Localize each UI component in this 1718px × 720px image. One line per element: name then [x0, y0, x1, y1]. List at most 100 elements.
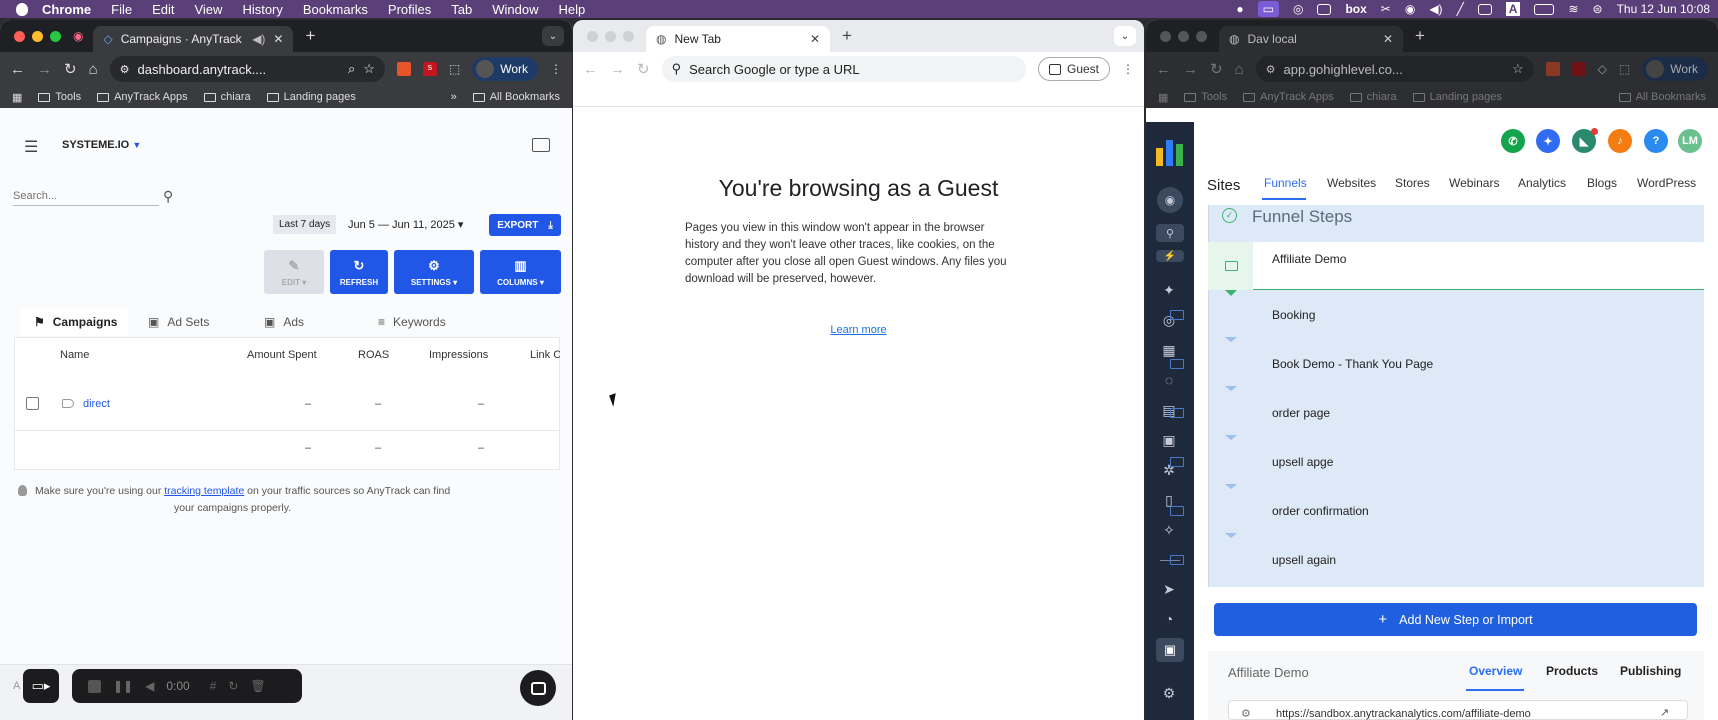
extension-icon[interactable]	[1571, 62, 1586, 76]
profile-button[interactable]: Work	[472, 57, 538, 81]
menu-window[interactable]: Window	[492, 2, 538, 17]
tab-search-button[interactable]: ⌄	[542, 26, 564, 46]
restart-icon[interactable]: ↻	[228, 679, 238, 693]
learn-more-link[interactable]: Learn more	[573, 324, 1144, 336]
nav-websites[interactable]: Websites	[1327, 176, 1376, 190]
edit-button[interactable]: ✎ EDIT ▾	[264, 250, 324, 294]
chat-widget-button[interactable]	[520, 670, 556, 706]
search-icon[interactable]: ⚲	[1156, 224, 1184, 242]
minimize-window-button[interactable]	[605, 30, 616, 42]
bookmark-star-icon[interactable]: ☆	[1512, 61, 1524, 77]
column-header-roas[interactable]: ROAS	[358, 349, 389, 361]
detail-tab-publishing[interactable]: Publishing	[1620, 664, 1681, 678]
tab-keywords[interactable]: ≡ Keywords	[364, 308, 460, 336]
funnel-step[interactable]: order confirmation	[1152, 488, 1648, 533]
nav-wordpress[interactable]: WordPress	[1637, 176, 1696, 190]
profile-button[interactable]: Work	[1642, 57, 1708, 81]
date-range-picker[interactable]: Jun 5 — Jun 11, 2025 ▾	[348, 218, 463, 231]
funnel-step[interactable]: Booking	[1152, 292, 1648, 337]
text-icon[interactable]: A	[1505, 2, 1521, 16]
extension-icon[interactable]: s	[422, 62, 437, 76]
tab-campaigns-view[interactable]: ⚑ Campaigns	[20, 308, 128, 336]
extensions-puzzle-icon[interactable]: ⬚	[1619, 62, 1630, 76]
address-bar[interactable]: ⚙ dashboard.anytrack.... ⌕ ☆	[109, 56, 385, 82]
forward-button[interactable]: →	[610, 61, 625, 78]
columns-button[interactable]: ▥ COLUMNS ▾	[480, 250, 561, 294]
control-center-icon[interactable]: ⊜	[1593, 2, 1603, 16]
apps-grid-icon[interactable]: ▦	[1158, 91, 1168, 104]
bell-icon[interactable]: ♪	[1608, 129, 1632, 153]
status-icon[interactable]: ✂	[1381, 2, 1391, 16]
box-app-icon[interactable]: box	[1345, 2, 1366, 16]
search-icon[interactable]: ⚲	[163, 188, 173, 205]
bookmarks-overflow-icon[interactable]: »	[451, 91, 457, 103]
menu-profiles[interactable]: Profiles	[388, 2, 431, 17]
funnel-step[interactable]: order page	[1152, 390, 1648, 435]
menu-edit[interactable]: Edit	[152, 2, 174, 17]
column-header-link-clicks[interactable]: Link C	[530, 349, 560, 361]
nav-blogs[interactable]: Blogs	[1587, 176, 1617, 190]
screen-share-icon[interactable]: ▭	[1257, 1, 1279, 17]
nav-analytics[interactable]: Analytics	[1518, 176, 1566, 190]
tab-ad-sets[interactable]: ▣ Ad Sets	[134, 308, 223, 336]
site-settings-icon[interactable]: ⚙	[1266, 63, 1276, 76]
maximize-window-button[interactable]	[1196, 30, 1207, 42]
mic-icon[interactable]: ●	[1236, 2, 1243, 16]
close-window-button[interactable]	[587, 30, 598, 42]
back-button[interactable]: ←	[1156, 61, 1171, 78]
camera-button[interactable]: ▭▸	[23, 669, 59, 703]
close-tab-icon[interactable]: ✕	[273, 32, 283, 46]
forward-button[interactable]: →	[1183, 61, 1198, 78]
menu-view[interactable]: View	[194, 2, 222, 17]
wifi-icon[interactable]: ≋	[1568, 2, 1578, 16]
bookmark-anytrack-apps[interactable]: AnyTrack Apps	[97, 91, 188, 103]
home-button[interactable]: ⌂	[89, 61, 98, 78]
camera-icon[interactable]	[1317, 3, 1332, 15]
reload-button[interactable]: ↻	[637, 60, 650, 78]
reload-button[interactable]: ↻	[1210, 60, 1223, 78]
bookmark-landing-pages[interactable]: Landing pages	[1412, 91, 1502, 103]
nav-stores[interactable]: Stores	[1395, 176, 1430, 190]
close-window-button[interactable]	[14, 30, 25, 42]
back-button[interactable]: ←	[583, 61, 598, 78]
pen-icon[interactable]: ╱	[1457, 2, 1464, 16]
help-icon[interactable]: ?	[1644, 129, 1668, 153]
export-button[interactable]: EXPORT ⤓	[489, 214, 561, 236]
bookmark-chiara[interactable]: chiara	[203, 91, 251, 103]
reputation-icon[interactable]: ◔	[1160, 610, 1178, 628]
search-input[interactable]	[13, 186, 159, 206]
bookmark-tools[interactable]: Tools	[38, 91, 81, 103]
column-header-amount-spent[interactable]: Amount Spent	[247, 349, 317, 361]
minimize-window-button[interactable]	[32, 30, 43, 42]
hamburger-menu-icon[interactable]: ☰	[24, 137, 38, 157]
extension-icon[interactable]	[396, 62, 411, 76]
extension-icon[interactable]	[1545, 62, 1560, 76]
new-tab-button[interactable]: +	[842, 26, 852, 46]
menu-bookmarks[interactable]: Bookmarks	[303, 2, 368, 17]
battery-icon[interactable]	[1534, 3, 1555, 15]
all-bookmarks[interactable]: All Bookmarks	[472, 91, 560, 103]
pause-icon[interactable]: ❚❚	[113, 679, 133, 693]
refresh-button[interactable]: ↻ REFRESH	[330, 250, 388, 294]
menu-kebab-icon[interactable]: ⋮	[550, 62, 562, 76]
grid-icon[interactable]: #	[210, 679, 217, 693]
menu-file[interactable]: File	[111, 2, 132, 17]
detail-tab-products[interactable]: Products	[1546, 664, 1598, 678]
sparkle-icon[interactable]: ✦	[1536, 129, 1560, 153]
bookmark-star-icon[interactable]: ☆	[363, 61, 375, 77]
menu-tab[interactable]: Tab	[451, 2, 472, 17]
guest-profile-button[interactable]: Guest	[1037, 57, 1110, 81]
settings-gear-icon[interactable]: ⚙	[1160, 684, 1178, 702]
external-link-icon[interactable]: ↗	[1660, 706, 1669, 719]
sites-icon[interactable]: ▣	[1156, 638, 1184, 662]
mute-icon[interactable]: ◀	[145, 679, 154, 693]
quick-actions-icon[interactable]: ⚡	[1156, 250, 1184, 262]
status-icon[interactable]: ◎	[1293, 2, 1303, 16]
send-icon[interactable]: ➤	[1160, 580, 1178, 598]
bookmark-landing-pages[interactable]: Landing pages	[266, 91, 356, 103]
column-header-name[interactable]: Name	[60, 349, 89, 361]
forward-button[interactable]: →	[37, 61, 52, 78]
column-header-impressions[interactable]: Impressions	[429, 349, 488, 361]
all-bookmarks[interactable]: All Bookmarks	[1618, 91, 1706, 103]
menu-app-chrome[interactable]: Chrome	[42, 2, 91, 17]
